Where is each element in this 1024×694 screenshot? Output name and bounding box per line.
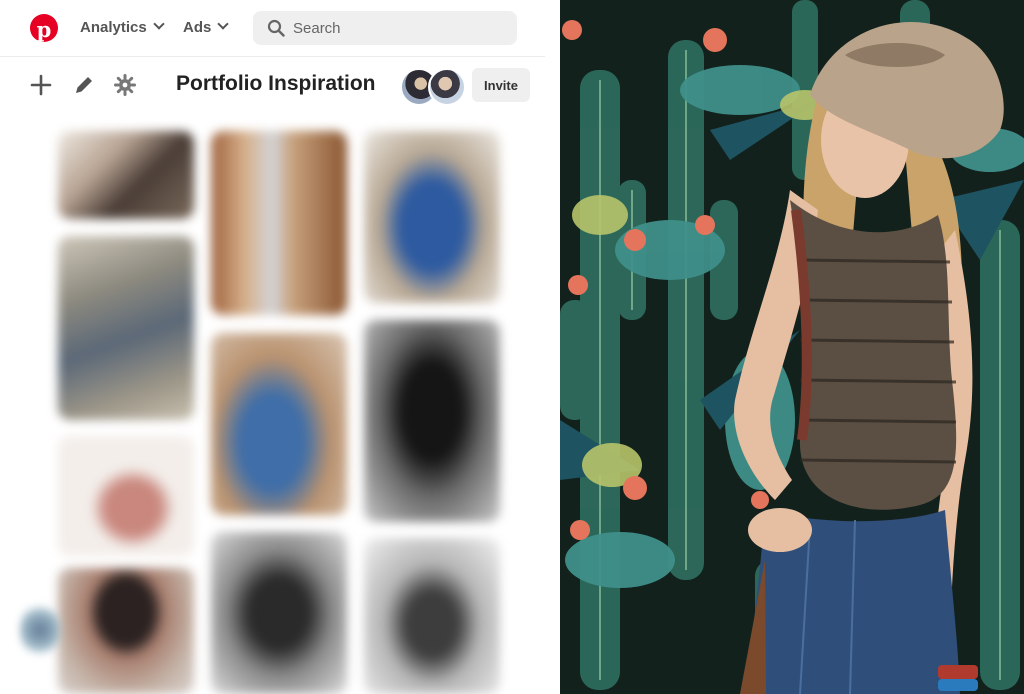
pin-thumbnail[interactable] xyxy=(58,236,194,420)
nav-analytics-menu[interactable]: Analytics xyxy=(80,18,165,36)
chevron-down-icon xyxy=(153,18,165,30)
logo-glyph: p xyxy=(36,17,52,42)
top-navigation-bar: p Analytics Ads xyxy=(0,0,545,57)
fashion-photo-illustration xyxy=(560,0,1024,694)
pin-thumbnail[interactable] xyxy=(211,333,347,515)
pin-thumbnail[interactable] xyxy=(211,532,347,694)
avatar xyxy=(428,68,466,106)
pin-thumbnail[interactable] xyxy=(58,131,194,219)
blurred-fragment xyxy=(20,600,60,660)
pinterest-board-screenshot: p Analytics Ads Portfolio xyxy=(0,0,560,694)
pin-thumbnail[interactable] xyxy=(58,568,194,694)
pin-thumbnail[interactable] xyxy=(364,131,500,303)
nav-ads-label: Ads xyxy=(183,19,212,36)
pin-thumbnail[interactable] xyxy=(364,538,500,694)
chevron-down-icon xyxy=(217,18,230,30)
settings-cog-icon[interactable] xyxy=(112,72,138,98)
nav-ads-menu[interactable]: Ads xyxy=(183,18,230,36)
invite-button[interactable]: Invite xyxy=(472,68,530,102)
search-bar[interactable] xyxy=(253,11,517,45)
collaborator-avatars[interactable] xyxy=(400,68,466,106)
nav-analytics-label: Analytics xyxy=(80,19,147,36)
search-input[interactable] xyxy=(293,11,503,45)
search-icon xyxy=(267,19,285,37)
plus-icon[interactable] xyxy=(28,72,54,98)
pin-thumbnail[interactable] xyxy=(364,320,500,522)
pinterest-logo-icon[interactable]: p xyxy=(30,14,58,42)
fashion-photo xyxy=(560,0,1024,694)
edit-pencil-icon[interactable] xyxy=(71,72,97,98)
board-title: Portfolio Inspiration xyxy=(176,72,376,95)
pin-thumbnail[interactable] xyxy=(58,436,194,556)
pin-thumbnail[interactable] xyxy=(211,131,347,315)
